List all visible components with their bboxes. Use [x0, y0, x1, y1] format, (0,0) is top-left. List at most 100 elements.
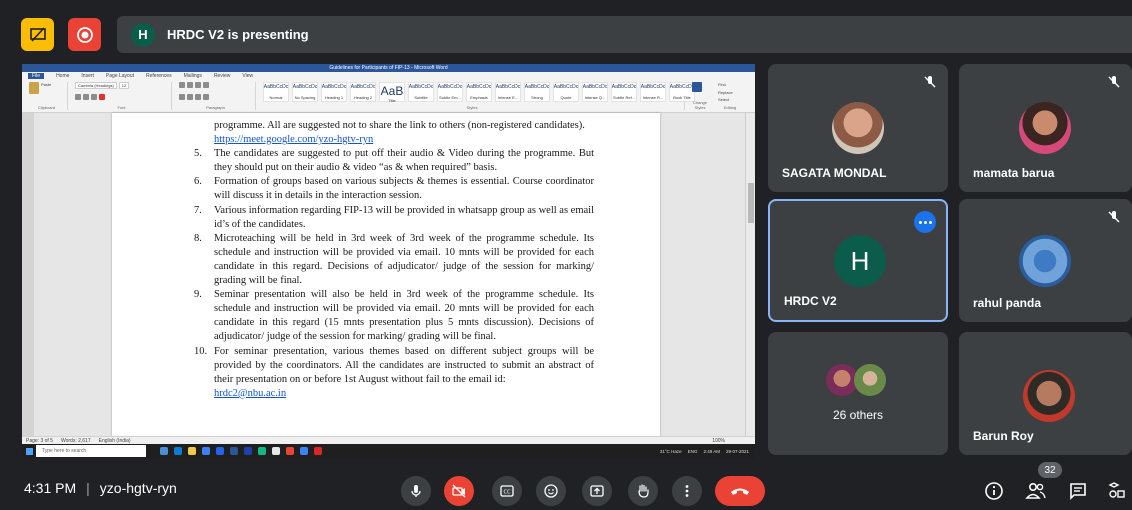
leave-call-button[interactable] [715, 476, 765, 506]
participant-tile[interactable]: mamata barua [959, 64, 1132, 192]
tab-home[interactable]: Home [56, 73, 69, 79]
participant-tile[interactable]: rahul panda [959, 199, 1132, 322]
avatar: H [834, 235, 886, 287]
clipboard-group: Paste Clipboard [26, 82, 68, 110]
store-icon[interactable] [202, 447, 210, 455]
mail-icon[interactable] [216, 447, 224, 455]
others-tile[interactable]: 26 others [768, 332, 948, 455]
style-subtitle[interactable]: AaBbCcDc Subtitle [408, 82, 434, 102]
align-left-icon[interactable] [179, 93, 185, 100]
meeting-code[interactable]: yzo-hgtv-ryn [100, 480, 177, 496]
style-sample: AaBbCcDc [292, 84, 318, 90]
style-heading-2[interactable]: AaBbCcDc Heading 2 [350, 82, 376, 102]
language-indicator[interactable]: ENG [688, 449, 698, 454]
present-icon [590, 485, 604, 497]
style-quote[interactable]: AaBbCcDc Quote [553, 82, 579, 102]
indent-icon[interactable] [195, 82, 201, 88]
find-button[interactable]: Find [718, 82, 742, 87]
tab-references[interactable]: References [146, 73, 172, 79]
style-intense-reference[interactable]: AaBbCcDc Intense R... [640, 82, 666, 102]
app-icon[interactable] [258, 447, 266, 455]
tray-time[interactable]: 2:49 AM [703, 449, 720, 454]
tray-date[interactable]: 29-07-2021 [726, 449, 749, 454]
activities-button[interactable] [1106, 479, 1128, 503]
style-no-spacing[interactable]: AaBbCcDc No Spacing [292, 82, 318, 102]
tab-file[interactable]: File [28, 73, 45, 79]
tab-page-layout[interactable]: Page Layout [106, 73, 134, 79]
record-icon [76, 26, 93, 43]
style-sample: AaBbCcDc [321, 84, 347, 90]
justify-icon[interactable] [203, 93, 209, 100]
present-now-button[interactable] [582, 476, 612, 506]
app-icon[interactable] [272, 447, 280, 455]
microphone-button[interactable] [401, 476, 431, 506]
document-page[interactable]: programme. All are suggested not to shar… [112, 113, 660, 436]
more-options-button[interactable] [672, 476, 702, 506]
app-icon[interactable] [244, 447, 252, 455]
word-icon[interactable] [230, 447, 238, 455]
select-button[interactable]: Select [718, 97, 742, 102]
chrome-icon[interactable] [286, 447, 294, 455]
task-view-icon[interactable] [160, 447, 168, 455]
font-color-icon[interactable] [99, 94, 105, 100]
tab-review[interactable]: Review [214, 73, 230, 79]
vertical-scrollbar[interactable] [745, 113, 755, 436]
participant-tile-pinned[interactable]: H HRDC V2 [768, 199, 948, 322]
windows-start-button[interactable] [22, 444, 36, 458]
tab-insert[interactable]: Insert [81, 73, 94, 79]
weather-status[interactable]: 31°C Haze [660, 449, 682, 454]
meeting-details-button[interactable] [982, 479, 1006, 503]
paste-icon[interactable] [29, 82, 39, 94]
file-explorer-icon[interactable] [188, 447, 196, 455]
paragraph-text: The candidates are suggested to put off … [214, 148, 594, 174]
style-heading-1[interactable]: AaBbCcDc Heading 1 [321, 82, 347, 102]
reactions-button[interactable] [536, 476, 566, 506]
meet-link[interactable]: https://meet.google.com/yzo-hgtv-ryn [214, 134, 373, 145]
captions-button[interactable]: CC [492, 476, 522, 506]
style-intense-quote[interactable]: AaBbCcDc Intense Q... [582, 82, 608, 102]
numbering-icon[interactable] [187, 82, 193, 88]
italic-icon[interactable] [83, 94, 89, 100]
zoom-level[interactable]: 100% [712, 438, 755, 444]
presenting-label: HRDC V2 is presenting [167, 27, 309, 42]
taskbar-search[interactable]: Type here to search [36, 445, 146, 457]
sort-icon[interactable] [203, 82, 209, 88]
paragraph-text: Formation of groups based on various sub… [214, 176, 594, 202]
shared-screen: Guidelines for Participants of FIP-13 - … [22, 64, 755, 458]
font-name-select[interactable]: Cambria (Headings) [75, 82, 117, 89]
underline-icon[interactable] [91, 94, 97, 100]
style-title[interactable]: AaB Title [379, 82, 405, 103]
stop-presenting-button[interactable] [68, 18, 101, 51]
email-link[interactable]: hrdc2@nbu.ac.in [214, 388, 286, 399]
style-intense-emphasis[interactable]: AaBbCcDc Intense E... [495, 82, 521, 102]
presentation-icon-button[interactable] [21, 18, 54, 51]
raise-hand-button[interactable] [628, 476, 658, 506]
scrollbar-thumb[interactable] [748, 183, 754, 223]
app-icon[interactable] [300, 447, 308, 455]
tab-mailings[interactable]: Mailings [184, 73, 202, 79]
font-size-select[interactable]: 12 [118, 82, 130, 89]
camera-off-button[interactable] [444, 476, 474, 506]
bullets-icon[interactable] [179, 82, 185, 88]
participant-tile[interactable]: SAGATA MONDAL [768, 64, 948, 192]
style-strong[interactable]: AaBbCcDc Strong [524, 82, 550, 102]
align-center-icon[interactable] [187, 93, 193, 100]
style-normal[interactable]: AaBbCcDc Normal [263, 82, 289, 102]
more-options-button[interactable] [914, 211, 936, 233]
pdf-icon[interactable] [314, 447, 322, 455]
style-subtle-reference[interactable]: AaBbCcDc Subtle Ref... [611, 82, 637, 102]
people-button[interactable] [1024, 479, 1048, 503]
align-right-icon[interactable] [195, 93, 201, 100]
style-sample: AaBbCcDc [350, 84, 376, 90]
chat-button[interactable] [1066, 479, 1090, 503]
replace-button[interactable]: Replace [718, 90, 742, 95]
bold-icon[interactable] [75, 94, 81, 100]
change-styles-icon[interactable] [692, 82, 702, 92]
tab-view[interactable]: View [242, 73, 253, 79]
style-subtle-emphasis[interactable]: AaBbCcDc Subtle Em... [437, 82, 463, 102]
participant-tile[interactable]: Barun Roy [959, 332, 1132, 455]
paragraph-group: Paragraph [176, 82, 256, 110]
edge-icon[interactable] [174, 447, 182, 455]
bottom-control-bar: 4:31 PM | yzo-hgtv-ryn CC [0, 460, 1132, 510]
style-emphasis[interactable]: AaBbCcDc Emphasis [466, 82, 492, 102]
